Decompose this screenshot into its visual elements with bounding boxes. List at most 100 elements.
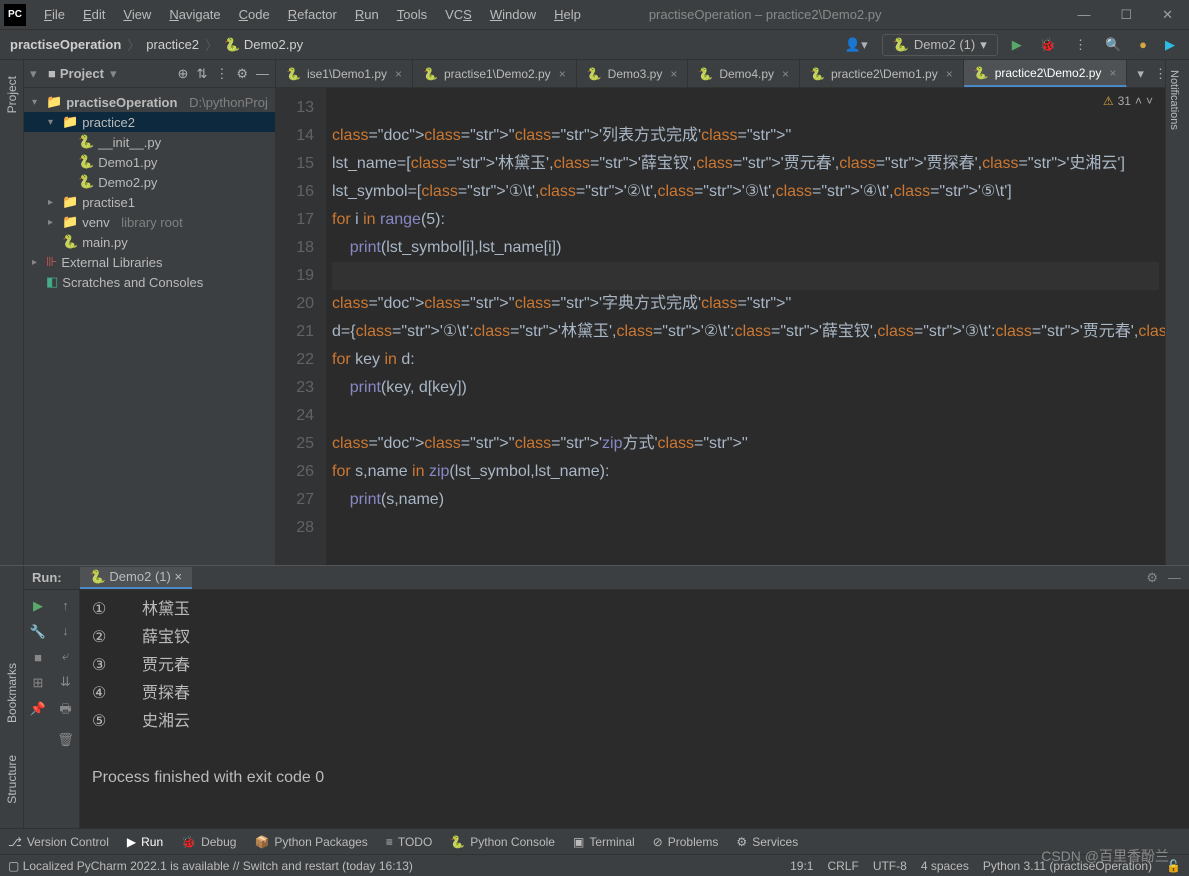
bottom-tab-problems[interactable]: ⊘Problems: [653, 835, 719, 849]
editor-tab[interactable]: 🐍practice2\Demo2.py×: [964, 60, 1128, 87]
more-run-icon[interactable]: ⋮: [1070, 35, 1091, 55]
breadcrumb-item[interactable]: 🐍 Demo2.py: [224, 37, 303, 53]
search-icon[interactable]: 🔍: [1101, 35, 1125, 55]
problems-indicator[interactable]: ⚠ 31 ˄ ˅: [1103, 94, 1153, 108]
code-body[interactable]: class="doc">class="str">''class="str">'列…: [326, 88, 1165, 565]
down-icon[interactable]: ↓: [62, 623, 69, 638]
locate-icon[interactable]: ⊕: [178, 66, 189, 82]
expand-all-icon[interactable]: ⇅: [196, 66, 207, 82]
run-button[interactable]: ▶: [1008, 35, 1026, 55]
close-tab-icon[interactable]: ×: [174, 569, 182, 584]
editor-tab[interactable]: 🐍Demo3.py×: [577, 60, 689, 87]
more-icon[interactable]: ⋮: [1154, 66, 1165, 82]
console-output[interactable]: ①林黛玉②薛宝钗③贾元春④贾探春⑤史湘云 Process finished wi…: [80, 590, 1189, 828]
breadcrumb-item[interactable]: practiseOperation: [10, 37, 121, 52]
up-icon[interactable]: ↑: [62, 598, 69, 613]
menu-tools[interactable]: Tools: [389, 3, 435, 26]
menu-code[interactable]: Code: [231, 3, 278, 26]
lock-icon[interactable]: 🔓: [1166, 859, 1181, 873]
caret-position[interactable]: 19:1: [790, 859, 813, 873]
stop-icon[interactable]: ■: [34, 650, 42, 665]
editor-tab[interactable]: 🐍Demo4.py×: [688, 60, 800, 87]
bookmarks-tab[interactable]: Bookmarks: [3, 647, 21, 739]
menu-help[interactable]: Help: [546, 3, 589, 26]
structure-tab[interactable]: Structure: [3, 739, 21, 820]
menu-view[interactable]: View: [115, 3, 159, 26]
close-tab-icon[interactable]: ×: [559, 67, 566, 81]
line-separator[interactable]: CRLF: [827, 859, 858, 873]
gear-icon[interactable]: ⚙: [236, 66, 248, 82]
hide-icon[interactable]: —: [1168, 570, 1181, 586]
tree-root[interactable]: ▾📁practiseOperation D:\pythonProj: [24, 92, 275, 112]
code-with-me-icon[interactable]: ▶: [1161, 35, 1179, 55]
bottom-tab-python-packages[interactable]: 📦Python Packages: [254, 835, 367, 849]
breadcrumb-item[interactable]: practice2: [146, 37, 199, 52]
close-tab-icon[interactable]: ×: [1109, 66, 1116, 80]
menu-file[interactable]: File: [36, 3, 73, 26]
editor-tab[interactable]: 🐍practise1\Demo2.py×: [413, 60, 577, 87]
trash-icon[interactable]: 🗑: [57, 732, 74, 748]
bottom-tab-run[interactable]: ▶Run: [127, 835, 163, 849]
close-tab-icon[interactable]: ×: [782, 67, 789, 81]
notifications-tab[interactable]: Notifications: [1166, 60, 1182, 140]
tree-file-main[interactable]: 🐍main.py: [24, 232, 275, 252]
run-tab[interactable]: 🐍 Demo2 (1) ×: [80, 567, 192, 589]
project-tool-tab[interactable]: Project: [3, 60, 21, 129]
down-icon[interactable]: ˅: [1146, 94, 1153, 108]
bottom-tab-version-control[interactable]: ⎇Version Control: [8, 835, 109, 849]
bottom-tab-python-console[interactable]: 🐍Python Console: [450, 835, 555, 849]
print-icon[interactable]: 🖶: [59, 700, 71, 722]
rerun-icon[interactable]: ▶: [33, 598, 43, 614]
layout-icon[interactable]: ⊞: [33, 675, 44, 691]
encoding[interactable]: UTF-8: [873, 859, 907, 873]
bottom-tab-debug[interactable]: 🐞Debug: [181, 835, 236, 849]
project-tree[interactable]: ▾📁practiseOperation D:\pythonProj ▾📁prac…: [24, 88, 275, 296]
tree-scratches[interactable]: ◧Scratches and Consoles: [24, 272, 275, 292]
left-bottom-strip: Structure Bookmarks: [0, 566, 24, 828]
hide-icon[interactable]: —: [256, 66, 269, 82]
tree-folder-practise1[interactable]: ▸📁practise1: [24, 192, 275, 212]
close-tab-icon[interactable]: ×: [946, 67, 953, 81]
bottom-tab-terminal[interactable]: ▣Terminal: [573, 835, 635, 849]
tree-file[interactable]: 🐍__init__.py: [24, 132, 275, 152]
bottom-tab-services[interactable]: ⚙Services: [736, 835, 798, 849]
ide-settings-icon[interactable]: ●: [1135, 35, 1151, 54]
up-icon[interactable]: ˄: [1135, 94, 1142, 108]
scroll-icon[interactable]: ⇊: [60, 674, 71, 690]
menu-run[interactable]: Run: [347, 3, 387, 26]
bottom-tab-todo[interactable]: ≡TODO: [386, 835, 432, 849]
tree-folder-practice2[interactable]: ▾📁practice2: [24, 112, 275, 132]
close-icon[interactable]: ✕: [1162, 7, 1173, 23]
menu-vcs[interactable]: VCS: [437, 3, 480, 26]
tool-icon[interactable]: 🔧: [30, 624, 46, 640]
editor-tabs: 🐍ise1\Demo1.py×🐍practise1\Demo2.py×🐍Demo…: [276, 60, 1165, 88]
user-icon[interactable]: 👤▾: [841, 35, 872, 55]
menu-edit[interactable]: Edit: [75, 3, 113, 26]
tree-folder-venv[interactable]: ▸📁venv library root: [24, 212, 275, 232]
run-configuration[interactable]: 🐍 Demo2 (1) ▾: [882, 34, 998, 56]
chevron-down-icon[interactable]: ▾: [1137, 66, 1144, 82]
tree-file[interactable]: 🐍Demo1.py: [24, 152, 275, 172]
interpreter[interactable]: Python 3.11 (practiseOperation): [983, 859, 1152, 873]
editor-tab[interactable]: 🐍ise1\Demo1.py×: [276, 60, 413, 87]
debug-button[interactable]: 🐞: [1036, 35, 1060, 55]
tree-file[interactable]: 🐍Demo2.py: [24, 172, 275, 192]
menu-navigate[interactable]: Navigate: [161, 3, 228, 26]
tree-external-libs[interactable]: ▸⊪External Libraries: [24, 252, 275, 272]
code-editor[interactable]: 13141516171819202122232425262728 class="…: [276, 88, 1165, 565]
pin-icon[interactable]: 📌: [30, 701, 46, 717]
gear-icon[interactable]: ⚙: [1146, 570, 1158, 586]
editor-tab[interactable]: 🐍practice2\Demo1.py×: [800, 60, 964, 87]
menu-refactor[interactable]: Refactor: [280, 3, 345, 26]
collapse-icon[interactable]: ⋮: [215, 66, 228, 82]
menu-window[interactable]: Window: [482, 3, 544, 26]
close-tab-icon[interactable]: ×: [395, 67, 402, 81]
close-tab-icon[interactable]: ×: [670, 67, 677, 81]
indent[interactable]: 4 spaces: [921, 859, 969, 873]
minimize-icon[interactable]: —: [1077, 7, 1090, 23]
maximize-icon[interactable]: ☐: [1120, 7, 1132, 23]
status-message[interactable]: Localized PyCharm 2022.1 is available //…: [23, 859, 413, 873]
project-collapse-icon[interactable]: ▾: [30, 66, 42, 82]
wrap-icon[interactable]: ⤶: [62, 648, 69, 664]
status-icon[interactable]: ▢: [8, 859, 19, 873]
